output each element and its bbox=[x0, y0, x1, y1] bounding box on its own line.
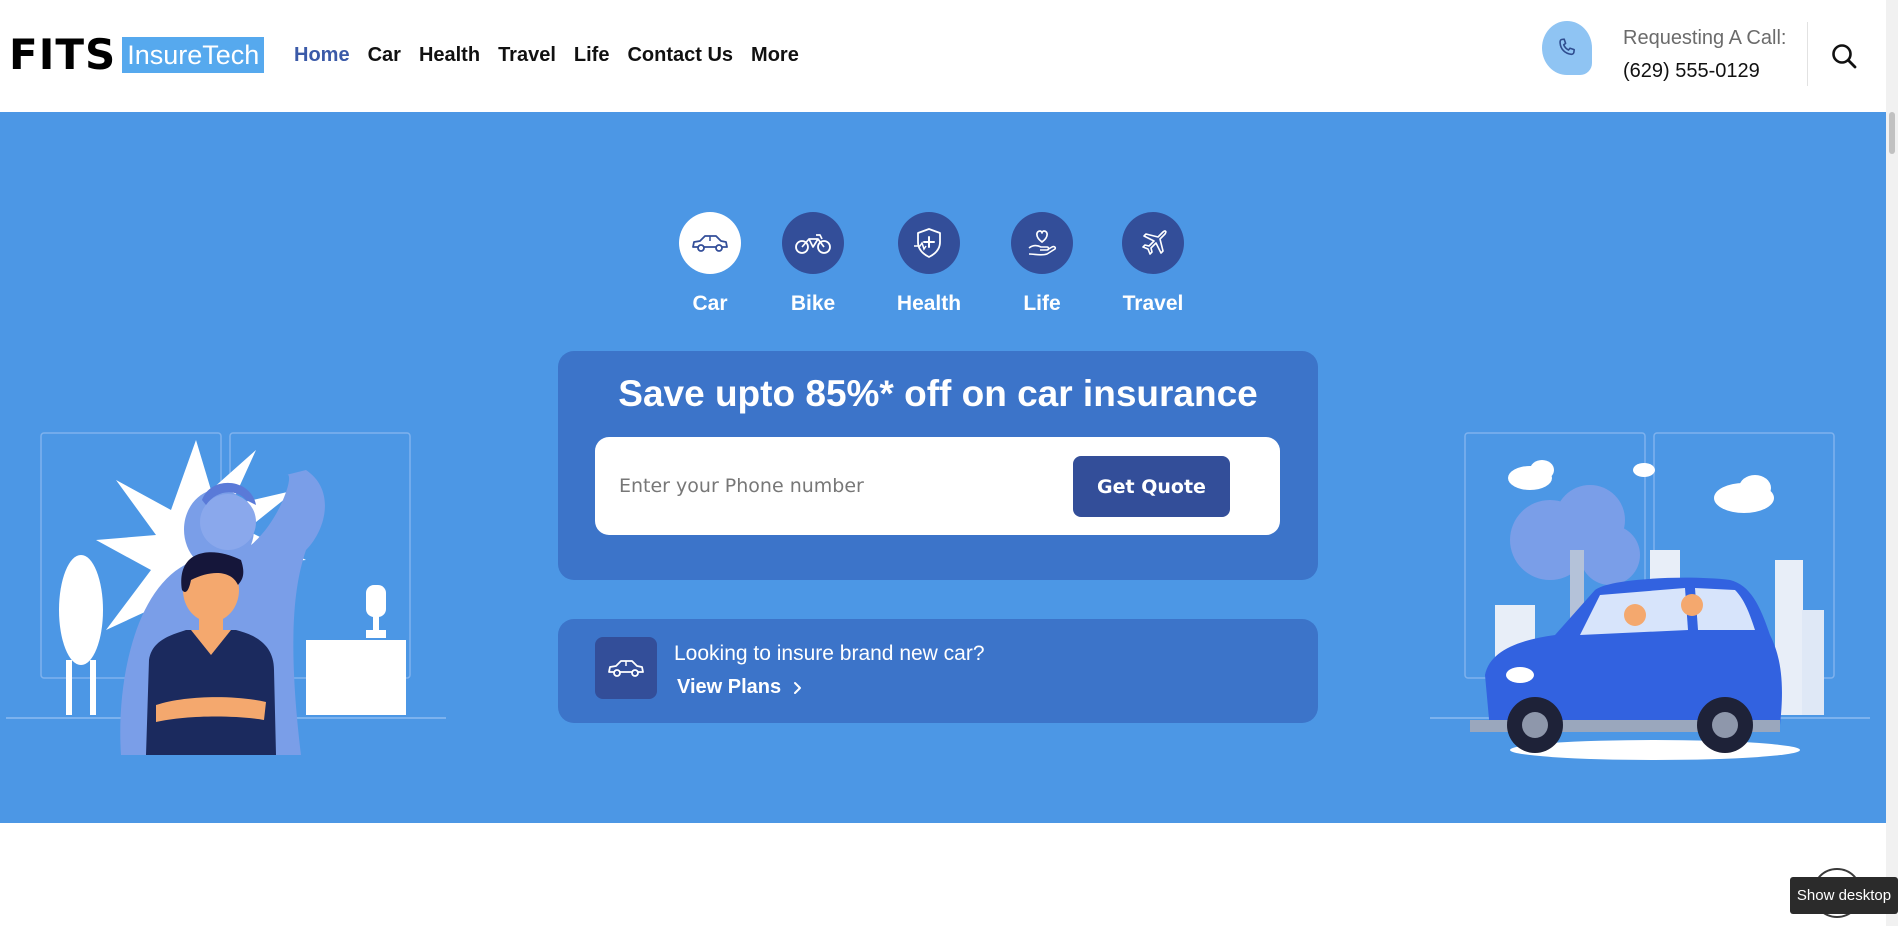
tab-car-label: Car bbox=[692, 292, 728, 315]
main-nav: Home Car Health Travel Life Contact Us M… bbox=[294, 44, 799, 67]
quote-card: Save upto 85%* off on car insurance Get … bbox=[558, 351, 1318, 580]
airplane-icon bbox=[1122, 212, 1184, 274]
view-plans-label: View Plans bbox=[677, 676, 782, 698]
view-plans-link[interactable]: View Plans bbox=[677, 676, 803, 699]
tab-bike[interactable]: Bike bbox=[758, 212, 868, 316]
logo-sub: InsureTech bbox=[122, 37, 265, 73]
car-icon bbox=[679, 212, 741, 274]
quote-title: Save upto 85%* off on car insurance bbox=[618, 373, 1258, 414]
tab-travel[interactable]: Travel bbox=[1098, 212, 1208, 316]
search-icon[interactable] bbox=[1829, 41, 1859, 71]
nav-health[interactable]: Health bbox=[419, 44, 480, 67]
nav-contact-us[interactable]: Contact Us bbox=[627, 44, 733, 67]
nav-life[interactable]: Life bbox=[574, 44, 610, 67]
quote-form: Get Quote bbox=[595, 437, 1280, 535]
tab-car[interactable]: Car bbox=[655, 212, 765, 316]
get-quote-button[interactable]: Get Quote bbox=[1073, 456, 1230, 517]
tab-health-label: Health bbox=[896, 292, 962, 315]
tab-life-label: Life bbox=[1023, 292, 1061, 315]
hero-illustration-left bbox=[6, 430, 446, 755]
show-desktop-tooltip: Show desktop bbox=[1790, 877, 1898, 914]
header-divider bbox=[1807, 22, 1808, 86]
new-car-question: Looking to insure brand new car? bbox=[674, 642, 985, 665]
nav-more[interactable]: More bbox=[751, 44, 799, 67]
request-call-label: Requesting A Call: bbox=[1623, 27, 1787, 49]
logo-brand: FITS bbox=[9, 30, 117, 79]
nav-travel[interactable]: Travel bbox=[498, 44, 556, 67]
phone-number-input[interactable] bbox=[619, 463, 1039, 509]
logo[interactable]: FITS InsureTech bbox=[9, 30, 265, 79]
health-shield-icon bbox=[898, 212, 960, 274]
tab-health[interactable]: Health bbox=[874, 212, 984, 316]
tab-bike-label: Bike bbox=[790, 292, 836, 315]
tab-travel-label: Travel bbox=[1122, 292, 1184, 315]
car-icon bbox=[595, 637, 657, 699]
phone-icon[interactable] bbox=[1542, 21, 1592, 75]
bike-icon bbox=[782, 212, 844, 274]
request-call-phone[interactable]: (629) 555-0129 bbox=[1623, 60, 1760, 83]
new-car-plans-card: Looking to insure brand new car? View Pl… bbox=[558, 619, 1318, 723]
insurance-category-tabs: Car Bike Health Life Travel bbox=[0, 212, 1886, 322]
nav-home[interactable]: Home bbox=[294, 44, 350, 67]
site-header: FITS InsureTech Home Car Health Travel L… bbox=[0, 0, 1886, 112]
heart-hand-icon bbox=[1011, 212, 1073, 274]
nav-car[interactable]: Car bbox=[368, 44, 401, 67]
scrollbar-thumb[interactable] bbox=[1889, 112, 1895, 154]
tab-life[interactable]: Life bbox=[987, 212, 1097, 316]
chevron-right-icon bbox=[794, 681, 802, 694]
hero-illustration-right bbox=[1430, 430, 1870, 760]
